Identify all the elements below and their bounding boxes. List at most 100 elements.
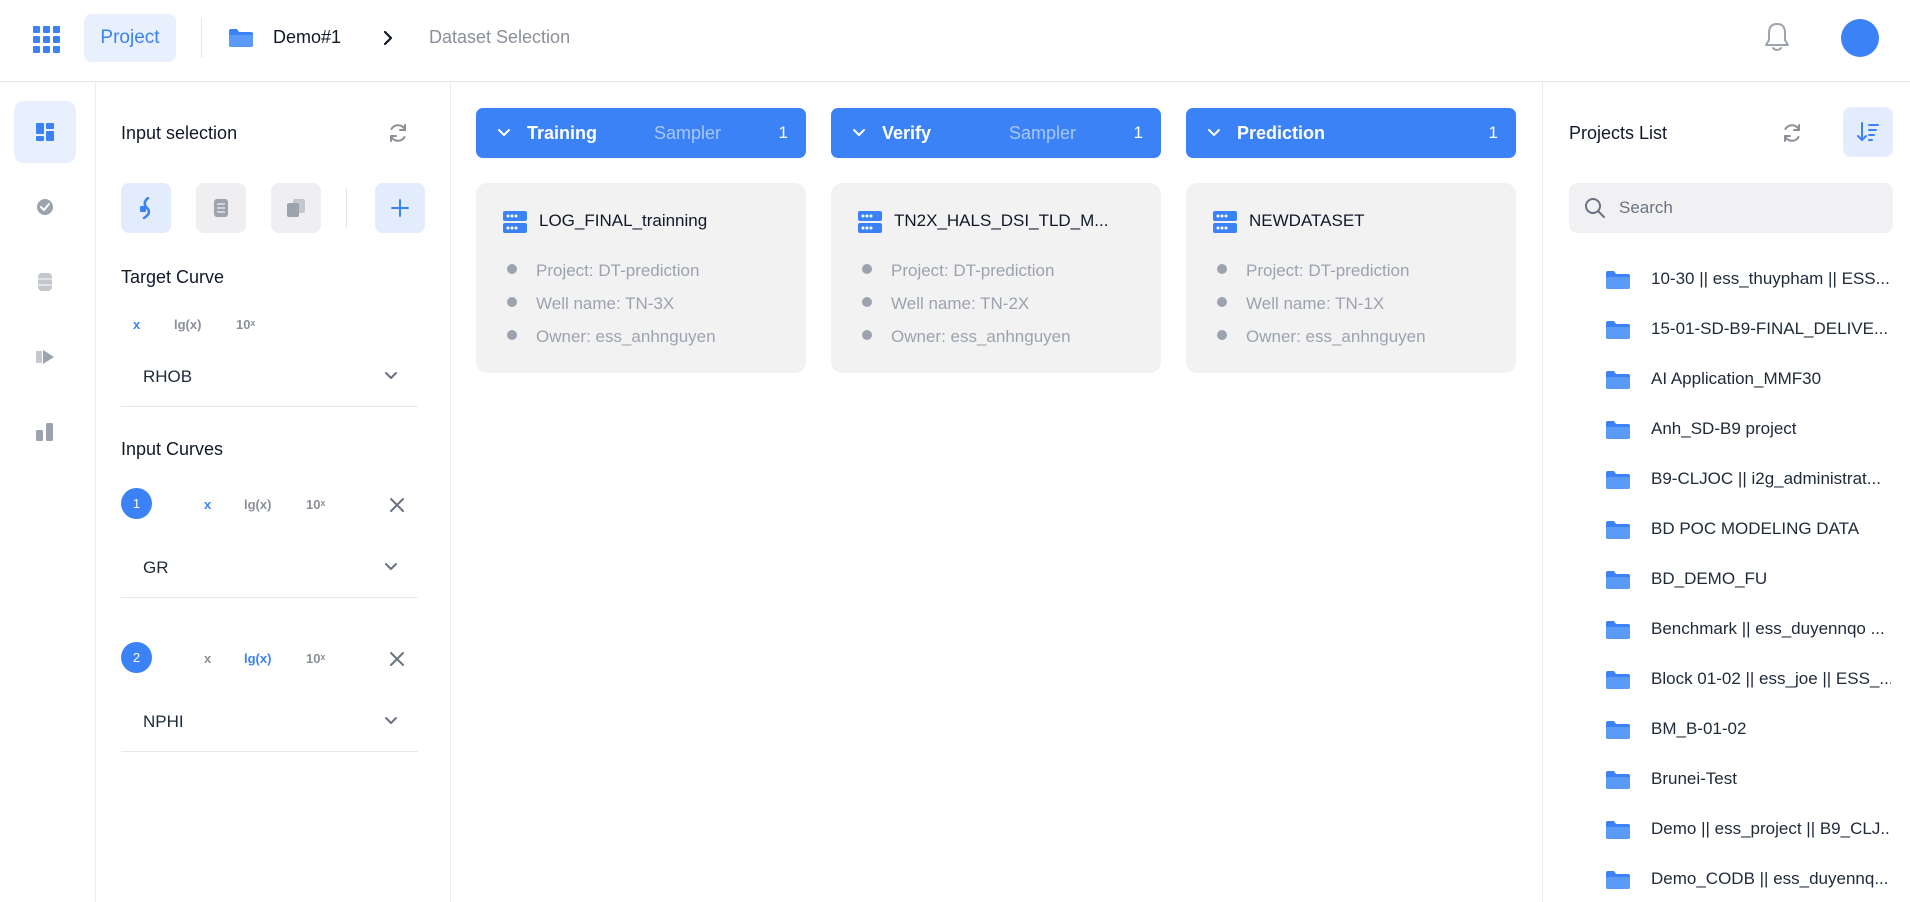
refresh-icon[interactable] — [387, 122, 409, 144]
project-list-item[interactable]: B9-CLJOC || i2g_administrat... — [1605, 460, 1895, 500]
top-bar: Project Demo#1 Dataset Selection — [0, 0, 1910, 82]
mode-exp[interactable]: 10ˣ — [306, 497, 325, 512]
folder-icon — [1605, 820, 1631, 840]
mode-exp[interactable]: 10ˣ — [306, 651, 325, 666]
chevron-down-icon — [384, 716, 398, 726]
bell-icon[interactable] — [1762, 20, 1792, 54]
column-count: 1 — [1133, 123, 1143, 142]
project-list-item[interactable]: AI Application_MMF30 — [1605, 360, 1895, 400]
check-circle-icon[interactable] — [14, 176, 76, 238]
mode-linear[interactable]: x — [133, 317, 140, 332]
search-input[interactable] — [1619, 183, 1879, 233]
dataset-owner: Owner: ess_anhnguyen — [1217, 327, 1426, 347]
search-icon — [1585, 198, 1605, 218]
divider — [201, 18, 202, 58]
dataset-project: Project: DT-prediction — [507, 261, 699, 281]
project-name: Benchmark || ess_duyennqo ... — [1651, 619, 1885, 638]
dataset-name: LOG_FINAL_trainning — [539, 211, 708, 230]
database-icon — [857, 209, 883, 235]
project-list-item[interactable]: Demo || ess_project || B9_CLJ... — [1605, 810, 1895, 850]
projects-list-panel: Projects List 10-30 || ess_thuypham || E… — [1542, 82, 1910, 902]
project-list-item[interactable]: BD_DEMO_FU — [1605, 560, 1895, 600]
left-rail — [0, 82, 96, 902]
input-curve-select[interactable]: NPHI — [121, 694, 418, 752]
column-count: 1 — [1488, 123, 1498, 142]
multi-file-mode-button[interactable] — [271, 183, 321, 233]
project-name: B9-CLJOC || i2g_administrat... — [1651, 469, 1881, 488]
document-icon — [214, 199, 228, 217]
database-icon — [502, 209, 528, 235]
mode-log[interactable]: lg(x) — [244, 651, 271, 666]
close-icon[interactable] — [388, 650, 406, 668]
mode-exp[interactable]: 10ˣ — [236, 317, 255, 332]
project-list-item[interactable]: Benchmark || ess_duyennqo ... — [1605, 610, 1895, 650]
project-list-item[interactable]: Brunei-Test — [1605, 760, 1895, 800]
folder-icon — [1605, 320, 1631, 340]
chevron-down-icon — [384, 562, 398, 572]
project-list-item[interactable]: Anh_SD-B9 project — [1605, 410, 1895, 450]
plus-icon — [391, 199, 409, 217]
project-name: Block 01-02 || ess_joe || ESS_... — [1651, 669, 1891, 688]
target-curve-select[interactable]: RHOB — [121, 349, 418, 407]
close-icon[interactable] — [388, 496, 406, 514]
folder-icon — [1605, 520, 1631, 540]
project-list-item[interactable]: Block 01-02 || ess_joe || ESS_... — [1605, 660, 1895, 700]
breadcrumb-project[interactable]: Demo#1 — [273, 27, 341, 48]
dataset-card[interactable]: TN2X_HALS_DSI_TLD_M... Project: DT-predi… — [831, 183, 1161, 373]
documents-icon — [287, 199, 305, 217]
project-name: BD POC MODELING DATA — [1651, 519, 1860, 538]
sampler-label[interactable]: Sampler — [1009, 123, 1076, 144]
add-curve-button[interactable] — [375, 183, 425, 233]
project-list-item[interactable]: 15-01-SD-B9-FINAL_DELIVE... — [1605, 310, 1895, 350]
grid-icon[interactable] — [33, 26, 60, 53]
column-label: Training — [527, 123, 598, 143]
file-mode-button[interactable] — [196, 183, 246, 233]
dataset-project: Project: DT-prediction — [1217, 261, 1409, 281]
dataset-name: NEWDATASET — [1249, 211, 1365, 230]
selected-value: GR — [143, 558, 169, 577]
selected-value: RHOB — [143, 367, 193, 386]
input-curves-label: Input Curves — [121, 439, 224, 459]
verify-column-header[interactable]: Verify Sampler 1 — [831, 108, 1161, 158]
chart-icon[interactable] — [14, 401, 76, 463]
mode-log[interactable]: lg(x) — [244, 497, 271, 512]
column-count: 1 — [778, 123, 788, 142]
dashboard-icon[interactable] — [14, 101, 76, 163]
avatar[interactable] — [1841, 19, 1879, 57]
sampler-label[interactable]: Sampler — [654, 123, 721, 144]
project-name: Anh_SD-B9 project — [1651, 419, 1797, 438]
project-list-item[interactable]: BM_B-01-02 — [1605, 710, 1895, 750]
curve-mode-button[interactable] — [121, 183, 171, 233]
dataset-card[interactable]: NEWDATASET Project: DT-prediction Well n… — [1186, 183, 1516, 373]
project-name: Demo_CODB || ess_duyennq... — [1651, 869, 1889, 888]
project-name: Brunei-Test — [1651, 769, 1737, 788]
mode-linear[interactable]: x — [204, 497, 211, 512]
dataset-owner: Owner: ess_anhnguyen — [507, 327, 716, 347]
folder-icon — [1605, 420, 1631, 440]
project-name: 15-01-SD-B9-FINAL_DELIVE... — [1651, 319, 1889, 338]
tab-project[interactable]: Project — [84, 14, 176, 62]
project-list-item[interactable]: 10-30 || ess_thuypham || ESS... — [1605, 260, 1895, 300]
chevron-down-icon — [384, 371, 398, 381]
target-curve-label: Target Curve — [121, 267, 225, 287]
prediction-column-header[interactable]: Prediction 1 — [1186, 108, 1516, 158]
dataset-well: Well name: TN-3X — [507, 294, 674, 314]
play-icon[interactable] — [14, 326, 76, 388]
training-column-header[interactable]: Training Sampler 1 — [476, 108, 806, 158]
folder-icon — [1605, 620, 1631, 640]
column-label: Verify — [882, 123, 932, 143]
dataset-card[interactable]: LOG_FINAL_trainning Project: DT-predicti… — [476, 183, 806, 373]
database-icon[interactable] — [14, 251, 76, 313]
search-box — [1569, 183, 1893, 233]
folder-icon — [1605, 670, 1631, 690]
sort-button[interactable] — [1843, 107, 1893, 157]
project-list-item[interactable]: Demo_CODB || ess_duyennq... — [1605, 860, 1895, 900]
curve-index-badge: 2 — [121, 642, 152, 673]
project-list-item[interactable]: BD POC MODELING DATA — [1605, 510, 1895, 550]
mode-log[interactable]: lg(x) — [174, 317, 201, 332]
mode-linear[interactable]: x — [204, 651, 211, 666]
folder-icon — [1605, 870, 1631, 890]
input-curve-select[interactable]: GR — [121, 540, 418, 598]
refresh-icon[interactable] — [1781, 122, 1803, 144]
folder-icon — [1605, 570, 1631, 590]
